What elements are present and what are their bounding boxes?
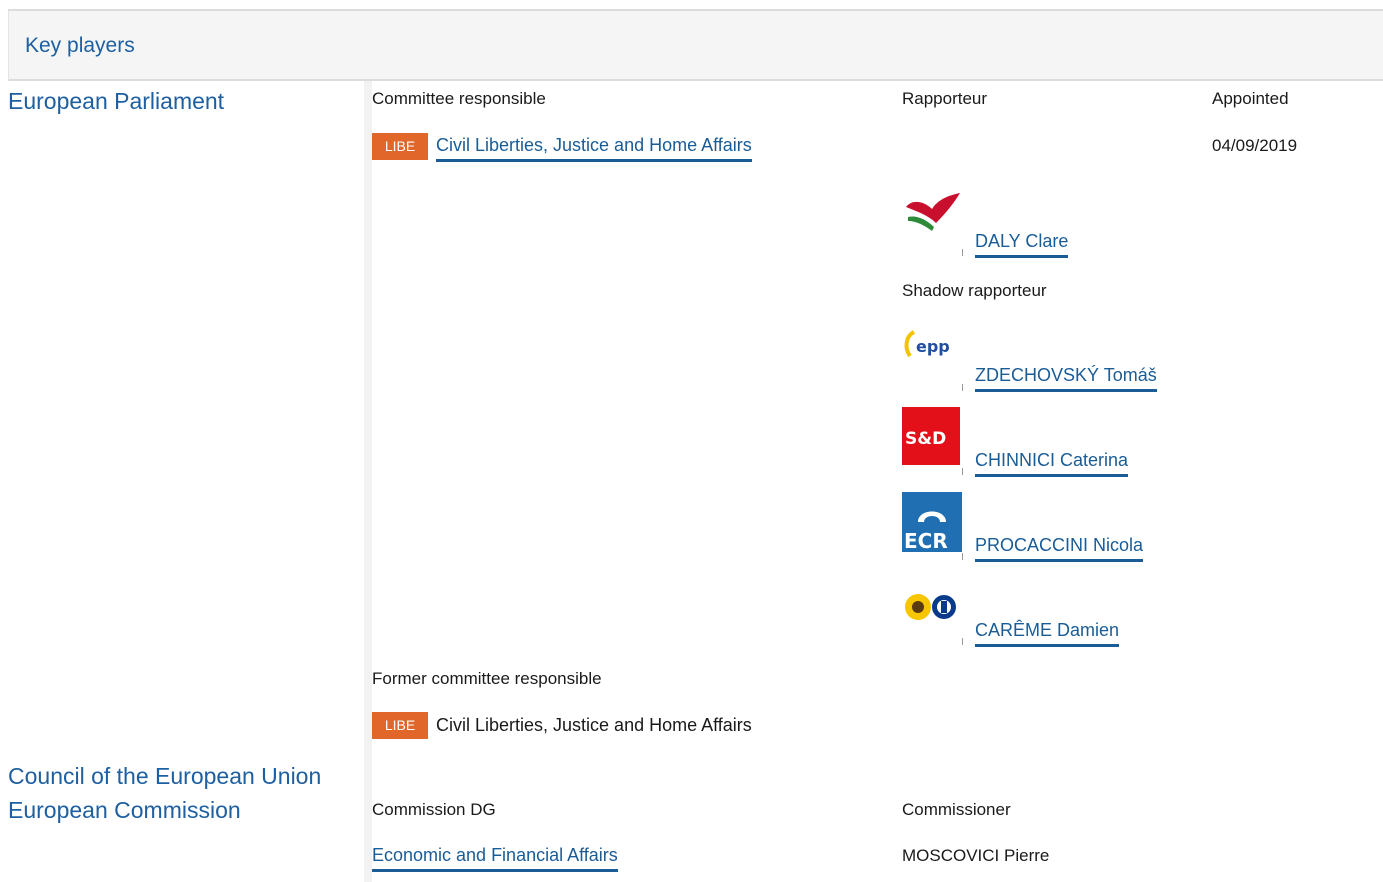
column-divider <box>364 81 372 882</box>
rapporteur-heading: Rapporteur <box>902 89 988 108</box>
epp-logo-text: epp <box>916 337 950 356</box>
s-and-d-logo: S&D <box>902 407 960 465</box>
shadow-rapporteur-link[interactable]: CHINNICI Caterina <box>975 450 1129 477</box>
logo-tick <box>962 384 963 391</box>
committee-link[interactable]: Civil Liberties, Justice and Home Affair… <box>436 135 752 162</box>
rapporteur-link[interactable]: DALY Clare <box>975 231 1069 258</box>
shadow-rapporteur-link[interactable]: ZDECHOVSKÝ Tomáš <box>975 365 1157 392</box>
former-committee-badge: LIBE <box>372 712 428 739</box>
institution-european-parliament[interactable]: European Parliament <box>8 88 224 115</box>
commission-dg-heading: Commission DG <box>372 800 496 819</box>
former-committee-name: Civil Liberties, Justice and Home Affair… <box>436 715 752 735</box>
greens-efa-logo <box>902 587 962 627</box>
committee-responsible-heading: Committee responsible <box>372 89 546 108</box>
s-and-d-logo-text: S&D <box>905 429 946 449</box>
gue-ngl-logo <box>902 193 962 235</box>
commissioner-name: MOSCOVICI Pierre <box>902 846 1050 865</box>
appointed-heading: Appointed <box>1212 89 1289 108</box>
section-title: Key players <box>25 34 135 57</box>
logo-tick <box>962 638 963 645</box>
former-committee-heading: Former committee responsible <box>372 669 602 688</box>
appointed-date: 04/09/2019 <box>1212 136 1298 155</box>
shadow-rapporteur-heading: Shadow rapporteur <box>902 281 1047 300</box>
committee-badge: LIBE <box>372 133 428 160</box>
logo-tick <box>962 468 963 475</box>
shadow-rapporteur-link[interactable]: CARÊME Damien <box>975 620 1120 647</box>
ecr-logo-text: ECR <box>904 529 948 552</box>
commission-dg-link[interactable]: Economic and Financial Affairs <box>372 845 618 872</box>
logo-tick <box>962 553 963 560</box>
institution-european-commission[interactable]: European Commission <box>8 797 241 824</box>
ecr-logo: ECR <box>902 492 962 553</box>
commissioner-heading: Commissioner <box>902 800 1011 819</box>
epp-logo: epp <box>902 322 962 374</box>
key-players-header: Key players <box>8 11 1383 81</box>
institution-council[interactable]: Council of the European Union <box>8 763 321 790</box>
shadow-rapporteur-link[interactable]: PROCACCINI Nicola <box>975 535 1144 562</box>
logo-tick <box>962 249 963 256</box>
